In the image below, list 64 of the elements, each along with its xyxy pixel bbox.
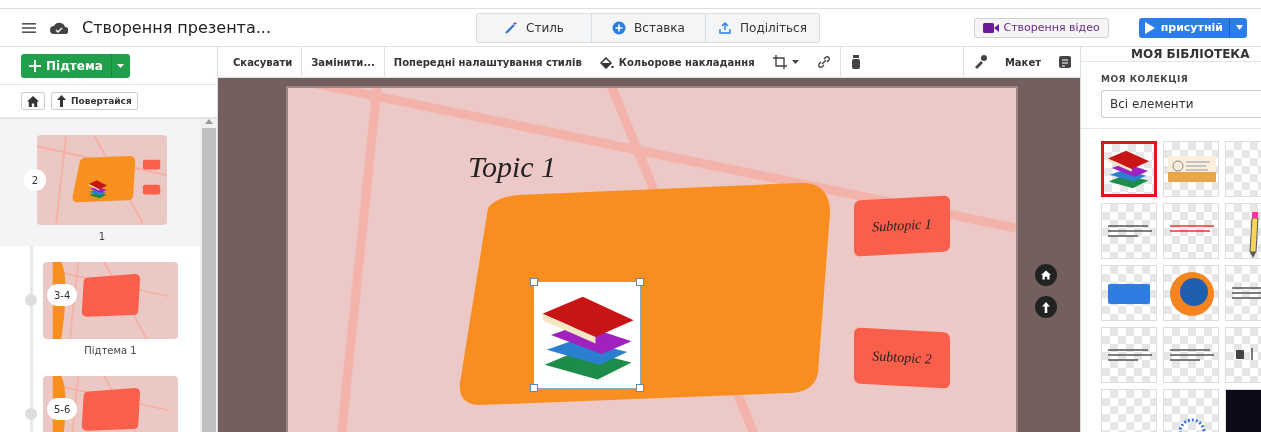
books-image[interactable]: [1101, 141, 1157, 197]
subtopic-box[interactable]: Subtopic 1: [854, 195, 950, 257]
scrollbar[interactable]: [200, 119, 217, 432]
plus-circle-icon: [612, 20, 627, 35]
slide-title: Topic 1: [468, 150, 557, 184]
toolbar-tab[interactable]: Вставка: [591, 13, 705, 42]
paint-bucket-icon: [599, 55, 614, 69]
slide-thumbnail[interactable]: [43, 376, 178, 432]
caret-icon: [117, 63, 125, 68]
home-icon: [1041, 270, 1051, 280]
button-image[interactable]: [1101, 265, 1157, 321]
plus-icon: [29, 59, 41, 72]
video-button[interactable]: Створення відео: [974, 17, 1109, 38]
slide-number-badge: 2: [24, 169, 46, 191]
back-arrow-icon: [57, 95, 66, 107]
toolbar-button[interactable]: Кольорове накладання: [590, 51, 764, 73]
toolbar-button[interactable]: Замінити...: [302, 51, 384, 73]
text-image[interactable]: [1101, 327, 1157, 383]
home-icon: [27, 95, 39, 107]
books-image[interactable]: [533, 281, 641, 389]
resize-handle[interactable]: [530, 384, 538, 392]
menu-icon: [22, 21, 36, 34]
resize-handle[interactable]: [530, 278, 538, 286]
panel-heading: МОЯ БІБЛІОТЕКА: [1081, 47, 1261, 62]
play-icon: [1144, 21, 1155, 34]
scroll-up-icon: [204, 119, 213, 124]
slide-thumbnail[interactable]: [37, 135, 167, 225]
cloud-check-icon: [50, 21, 68, 34]
magic-wand-icon: [504, 20, 519, 35]
text-image[interactable]: [1101, 203, 1157, 259]
back-button[interactable]: Повертайся: [51, 92, 138, 110]
slide-label: Підтема 1: [83, 345, 138, 356]
home-button[interactable]: [1035, 264, 1057, 286]
ink-bottle-icon: [849, 55, 862, 69]
resize-handle[interactable]: [636, 278, 644, 286]
toolbar-tab[interactable]: Стиль: [477, 13, 591, 42]
back-button[interactable]: [1035, 296, 1057, 318]
crop-icon: [772, 55, 787, 69]
present-button[interactable]: присутній: [1138, 17, 1247, 38]
presentation-title: Створення презента...: [82, 18, 272, 37]
slide-canvas[interactable]: Topic 1 Subtopic 1 Subtopic 2: [286, 86, 1018, 432]
caret-icon: [791, 60, 799, 64]
home-button[interactable]: [21, 92, 45, 110]
caret-icon: [1236, 25, 1243, 30]
slide-number-badge: 3-4: [47, 284, 78, 306]
toolbar-button[interactable]: Попередні налаштування стилів: [384, 51, 591, 73]
toolbar-button[interactable]: Скасувати: [224, 51, 302, 73]
link-icon: [816, 55, 831, 69]
video-camera-icon: [983, 22, 1000, 33]
subtopic-box[interactable]: Subtopic 2: [854, 327, 950, 389]
globe-image[interactable]: [1163, 265, 1219, 321]
slide-number-badge: 5-6: [47, 398, 78, 420]
upload-icon: [718, 20, 733, 35]
toolbar-tab[interactable]: Поділіться: [705, 13, 819, 42]
slide-thumbnail[interactable]: [43, 262, 178, 339]
text-image[interactable]: [1163, 203, 1219, 259]
collection-label: МОЯ КОЛЕКЦІЯ: [1101, 74, 1190, 84]
toolbar-button[interactable]: Макет: [995, 51, 1050, 73]
back-arrow-icon: [1042, 301, 1050, 313]
slide-label: 1: [97, 231, 107, 242]
resize-handle[interactable]: [636, 384, 644, 392]
notes-icon: [1059, 56, 1071, 68]
text-image[interactable]: [1163, 327, 1219, 383]
filter-dropdown[interactable]: Всі елементи: [1101, 90, 1261, 118]
